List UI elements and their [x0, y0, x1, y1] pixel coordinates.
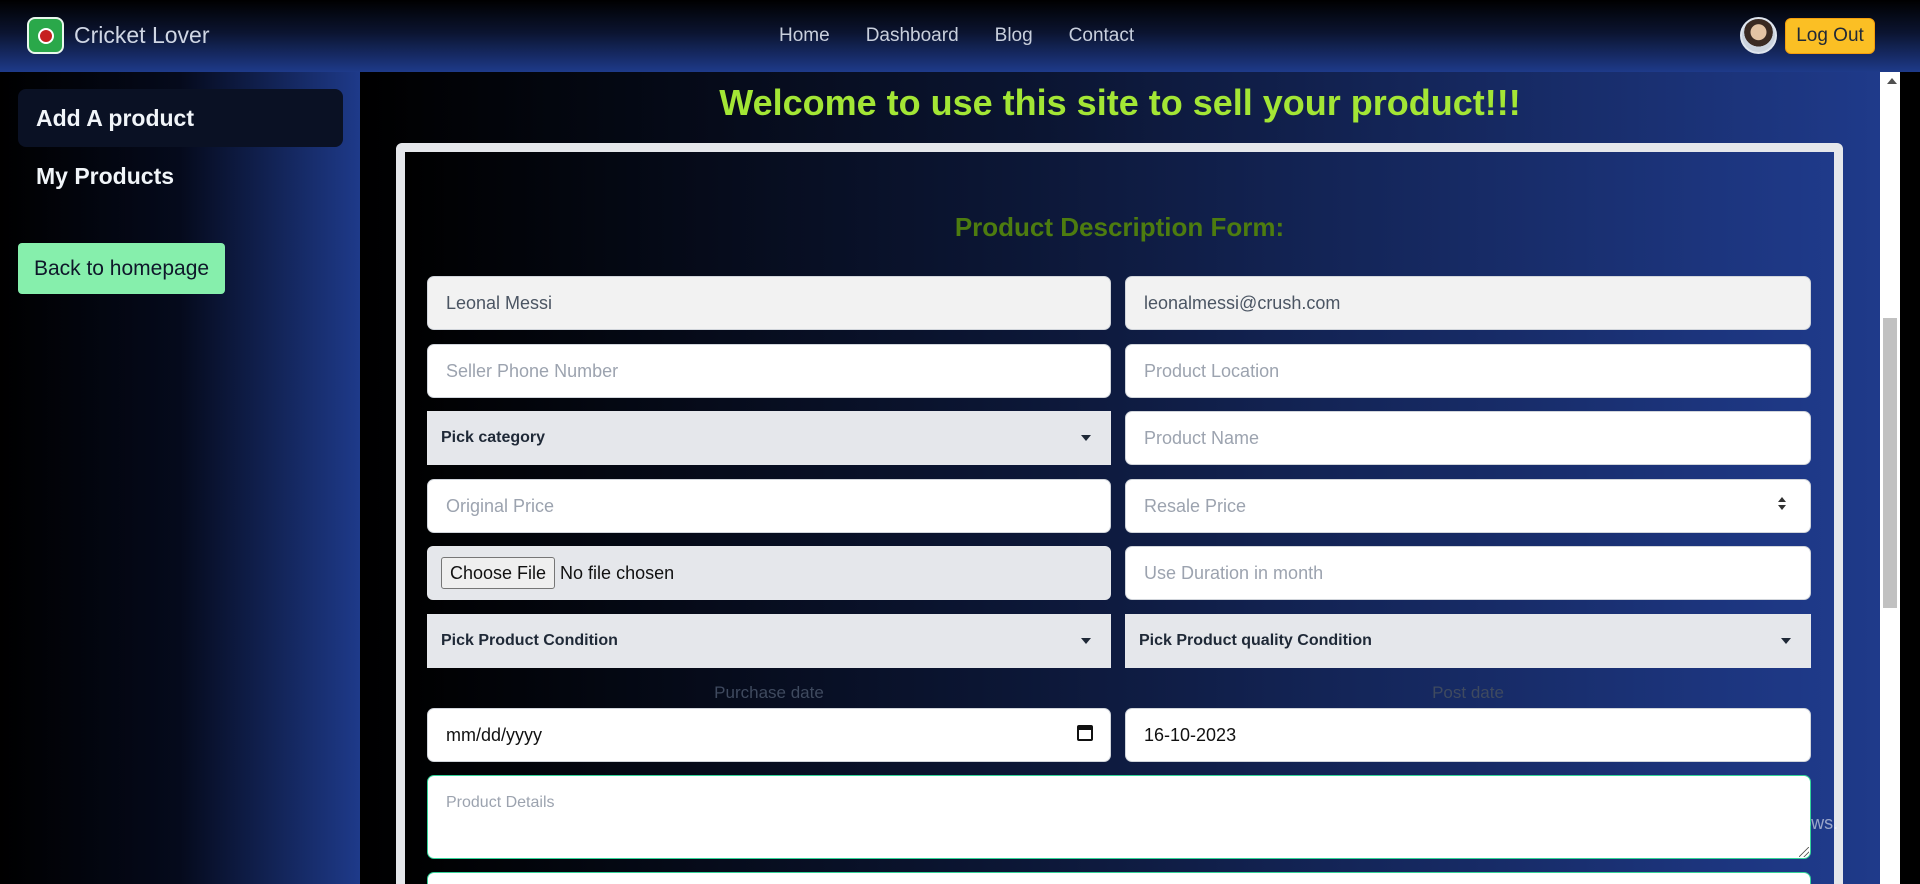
sidebar-item-label: Add A product [36, 104, 194, 131]
scrollbar-thumb[interactable] [1883, 318, 1897, 608]
seller-name-field[interactable] [427, 276, 1111, 330]
nav-links: Home Dashboard Blog Contact [779, 25, 1170, 47]
use-duration-input[interactable] [1125, 546, 1811, 600]
chevron-down-icon [1081, 638, 1091, 644]
chevron-down-icon [1781, 638, 1791, 644]
next-field-partial[interactable] [427, 872, 1811, 884]
resize-handle-icon[interactable] [1799, 847, 1809, 857]
nav-link-blog[interactable]: Blog [995, 25, 1033, 47]
resale-price-wrapper [1125, 479, 1811, 533]
post-date-value: 16-10-2023 [1144, 724, 1237, 745]
post-date-label: Post date [1432, 683, 1504, 702]
chevron-down-icon [1081, 435, 1091, 441]
scroll-up-arrow-icon[interactable] [1887, 78, 1897, 84]
sidebar-item-add-product[interactable]: Add A product [18, 89, 343, 147]
nav-link-dashboard[interactable]: Dashboard [866, 25, 959, 47]
cricket-logo-icon [27, 17, 64, 54]
logout-button[interactable]: Log Out [1785, 18, 1875, 54]
original-price-input[interactable] [427, 479, 1111, 533]
nav-link-contact[interactable]: Contact [1069, 25, 1134, 47]
back-to-homepage-button[interactable]: Back to homepage [18, 243, 225, 294]
brand-name: Cricket Lover [74, 22, 210, 48]
product-condition-select[interactable]: Pick Product Condition [427, 614, 1111, 668]
product-location-input[interactable] [1125, 344, 1811, 398]
brand[interactable]: Cricket Lover [27, 17, 209, 54]
activate-windows-title: Activate Windows [1554, 781, 1744, 808]
nav-link-home[interactable]: Home [779, 25, 830, 47]
main-content: Welcome to use this site to sell your pr… [360, 72, 1880, 884]
quality-condition-value: Pick Product quality Condition [1139, 632, 1372, 649]
purchase-date-label: Purchase date [714, 683, 824, 702]
number-stepper-icon[interactable] [1777, 493, 1787, 517]
calendar-icon[interactable] [1077, 725, 1093, 741]
category-select-value: Pick category [441, 429, 546, 446]
sidebar-item-label: My Products [36, 162, 175, 189]
sidebar-item-my-products[interactable]: My Products [18, 147, 343, 205]
purchase-date-input[interactable]: mm/dd/yyyy [427, 708, 1111, 762]
seller-phone-input[interactable] [427, 344, 1111, 398]
product-image-upload: Choose File No file chosen [427, 546, 1111, 600]
seller-email-field[interactable] [1125, 276, 1811, 330]
sidebar: Add A product My Products Back to homepa… [0, 72, 360, 884]
post-date-input[interactable]: 16-10-2023 [1125, 708, 1811, 762]
quality-condition-select[interactable]: Pick Product quality Condition [1125, 614, 1811, 668]
file-status-text: No file chosen [560, 562, 675, 583]
page-title: Welcome to use this site to sell your pr… [719, 82, 1521, 123]
purchase-date-value: mm/dd/yyyy [446, 724, 543, 745]
top-navbar: Cricket Lover Home Dashboard Blog Contac… [0, 0, 1920, 72]
choose-file-button[interactable]: Choose File [441, 557, 556, 589]
product-form: Product Description Form: Pick category … [396, 143, 1843, 884]
activate-windows-subtitle: Go to Settings to activate Windows. [1554, 813, 1839, 833]
form-title: Product Description Form: [954, 212, 1285, 242]
purchase-date-wrapper: mm/dd/yyyy [427, 708, 1111, 762]
user-avatar[interactable] [1740, 17, 1777, 54]
category-select[interactable]: Pick category [427, 411, 1111, 465]
resale-price-input[interactable] [1125, 479, 1811, 533]
product-condition-value: Pick Product Condition [441, 632, 618, 649]
product-name-input[interactable] [1125, 411, 1811, 465]
